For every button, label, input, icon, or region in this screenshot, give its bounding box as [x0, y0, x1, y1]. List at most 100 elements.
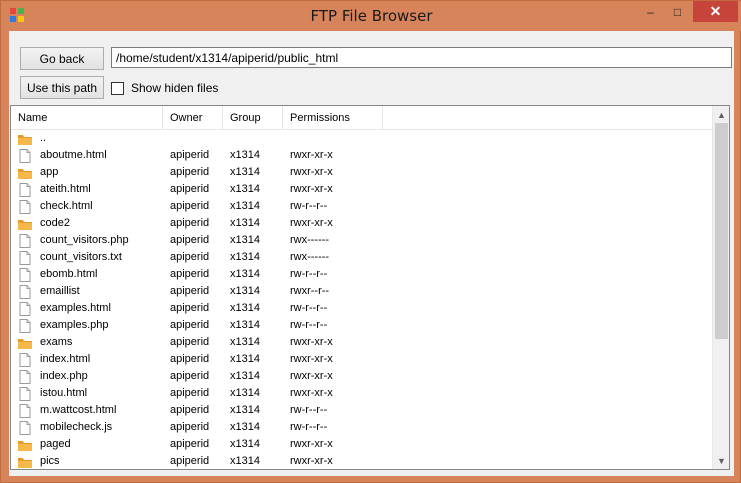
path-input[interactable]	[111, 47, 732, 68]
cell-permissions: rwxr-xr-x	[290, 166, 333, 178]
cell-owner: apiperid	[170, 438, 210, 450]
cell-group: x1314	[230, 336, 260, 348]
table-row[interactable]: app apiperid x1314 rwxr-xr-x	[11, 164, 715, 181]
file-name: m.wattcost.html	[40, 404, 117, 416]
cell-owner: apiperid	[170, 251, 210, 263]
cell-permissions: rw-r--r--	[290, 421, 328, 433]
show-hidden-files-option[interactable]: Show hiden files	[111, 81, 218, 95]
cell-permissions: rwx------	[290, 251, 330, 263]
table-row[interactable]: ebomb.html apiperid x1314 rw-r--r--	[11, 266, 715, 283]
cell-name: exams	[11, 334, 163, 351]
cell-name: app	[11, 164, 163, 181]
minimize-button[interactable]: –	[637, 1, 664, 22]
title-bar[interactable]: FTP File Browser – □ ✕	[1, 1, 741, 31]
cell-name: count_visitors.php	[11, 232, 163, 249]
file-icon	[17, 250, 33, 265]
table-row[interactable]: emaillist apiperid x1314 rwxr--r--	[11, 283, 715, 300]
cell-name: examples.php	[11, 317, 163, 334]
file-icon	[17, 233, 33, 248]
table-row[interactable]: mobilecheck.js apiperid x1314 rw-r--r--	[11, 419, 715, 436]
table-row[interactable]: index.html apiperid x1314 rwxr-xr-x	[11, 351, 715, 368]
show-hidden-label[interactable]: Show hiden files	[131, 81, 218, 95]
cell-group: x1314	[230, 353, 260, 365]
cell-owner: apiperid	[170, 200, 210, 212]
cell-permissions: rwxr-xr-x	[290, 387, 333, 399]
table-row[interactable]: ateith.html apiperid x1314 rwxr-xr-x	[11, 181, 715, 198]
scroll-up-arrow-icon[interactable]: ▲	[713, 106, 729, 123]
file-icon	[17, 199, 33, 214]
cell-permissions: rw-r--r--	[290, 268, 328, 280]
table-row[interactable]: check.html apiperid x1314 rw-r--r--	[11, 198, 715, 215]
cell-owner: apiperid	[170, 455, 210, 467]
cell-owner: apiperid	[170, 421, 210, 433]
file-icon	[17, 386, 33, 401]
table-row[interactable]: m.wattcost.html apiperid x1314 rw-r--r--	[11, 402, 715, 419]
file-name: pics	[40, 455, 60, 467]
table-row[interactable]: code2 apiperid x1314 rwxr-xr-x	[11, 215, 715, 232]
cell-name: paged	[11, 436, 163, 453]
cell-group: x1314	[230, 319, 260, 331]
column-header-name[interactable]: Name	[11, 106, 163, 130]
cell-name: index.php	[11, 368, 163, 385]
cell-group: x1314	[230, 149, 260, 161]
scrollbar-thumb[interactable]	[715, 123, 728, 339]
table-row[interactable]: paged apiperid x1314 rwxr-xr-x	[11, 436, 715, 453]
file-name: ateith.html	[40, 183, 91, 195]
column-header-group[interactable]: Group	[223, 106, 283, 130]
column-header-owner[interactable]: Owner	[163, 106, 223, 130]
column-header-permissions[interactable]: Permissions	[283, 106, 383, 130]
table-row[interactable]: examples.html apiperid x1314 rw-r--r--	[11, 300, 715, 317]
client-area: Go back Use this path Show hiden files N…	[9, 31, 734, 476]
cell-permissions: rwxr-xr-x	[290, 455, 333, 467]
cell-name: istou.html	[11, 385, 163, 402]
file-name: exams	[40, 336, 73, 348]
cell-group: x1314	[230, 234, 260, 246]
cell-permissions: rwxr-xr-x	[290, 438, 333, 450]
cell-owner	[163, 130, 223, 147]
cell-permissions: rwxr-xr-x	[290, 183, 333, 195]
table-row[interactable]: istou.html apiperid x1314 rwxr-xr-x	[11, 385, 715, 402]
scroll-down-arrow-icon[interactable]: ▼	[713, 452, 729, 469]
cell-owner: apiperid	[170, 404, 210, 416]
cell-permissions: rwxr-xr-x	[290, 149, 333, 161]
cell-group: x1314	[230, 217, 260, 229]
go-back-button[interactable]: Go back	[20, 47, 104, 70]
file-list[interactable]: Name Owner Group Permissions .. aboutme.h…	[10, 105, 730, 470]
table-row[interactable]: pics apiperid x1314 rwxr-xr-x	[11, 453, 715, 469]
table-row[interactable]: examples.php apiperid x1314 rw-r--r--	[11, 317, 715, 334]
table-row[interactable]: ..	[11, 130, 715, 147]
cell-owner: apiperid	[170, 285, 210, 297]
ftp-browser-window: FTP File Browser – □ ✕ Go back Use this …	[0, 0, 741, 483]
cell-group: x1314	[230, 421, 260, 433]
cell-group: x1314	[230, 404, 260, 416]
vertical-scrollbar[interactable]: ▲ ▼	[712, 106, 729, 469]
cell-permissions: rw-r--r--	[290, 200, 328, 212]
table-row[interactable]: count_visitors.txt apiperid x1314 rwx------	[11, 249, 715, 266]
cell-permissions: rwxr--r--	[290, 285, 330, 297]
file-name: ebomb.html	[40, 268, 98, 280]
cell-owner: apiperid	[170, 217, 210, 229]
table-row[interactable]: index.php apiperid x1314 rwxr-xr-x	[11, 368, 715, 385]
cell-group: x1314	[230, 387, 260, 399]
cell-permissions: rw-r--r--	[290, 302, 328, 314]
table-row[interactable]: count_visitors.php apiperid x1314 rwx------	[11, 232, 715, 249]
cell-name: check.html	[11, 198, 163, 215]
folder-icon	[17, 166, 33, 180]
cell-name: code2	[11, 215, 163, 232]
table-row[interactable]: aboutme.html apiperid x1314 rwxr-xr-x	[11, 147, 715, 164]
file-list-header: Name Owner Group Permissions	[11, 106, 715, 130]
file-icon	[17, 352, 33, 367]
close-button[interactable]: ✕	[693, 1, 738, 22]
use-this-path-button[interactable]: Use this path	[20, 76, 104, 99]
table-row[interactable]: exams apiperid x1314 rwxr-xr-x	[11, 334, 715, 351]
file-name: count_visitors.php	[40, 234, 129, 246]
file-name: code2	[40, 217, 70, 229]
maximize-button[interactable]: □	[664, 1, 691, 22]
file-icon	[17, 318, 33, 333]
cell-name: count_visitors.txt	[11, 249, 163, 266]
file-name: examples.html	[40, 302, 111, 314]
show-hidden-checkbox[interactable]	[111, 81, 124, 95]
cell-owner: apiperid	[170, 353, 210, 365]
cell-owner: apiperid	[170, 183, 210, 195]
cell-owner: apiperid	[170, 302, 210, 314]
